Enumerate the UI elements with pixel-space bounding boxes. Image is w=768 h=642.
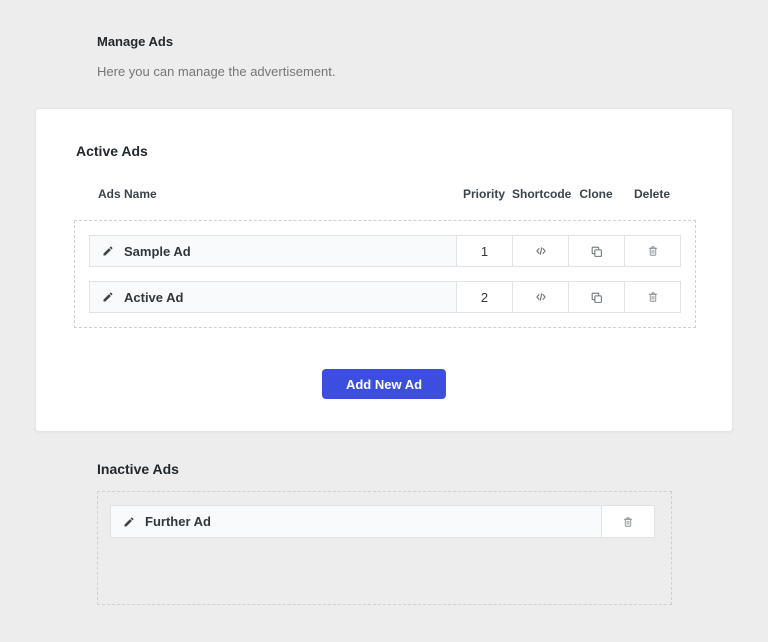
trash-icon: [647, 291, 659, 303]
clone-button[interactable]: [568, 236, 624, 266]
shortcode-button[interactable]: [512, 282, 568, 312]
trash-icon: [622, 516, 634, 528]
active-ads-title: Active Ads: [76, 143, 148, 159]
delete-button[interactable]: [601, 506, 654, 537]
ad-name: Further Ad: [145, 514, 211, 529]
edit-ad-button[interactable]: Further Ad: [111, 506, 601, 537]
priority-value: 1: [481, 244, 488, 259]
pencil-icon: [102, 291, 114, 303]
header-shortcode: Shortcode: [512, 187, 568, 201]
page-intro: Manage Ads Here you can manage the adver…: [97, 34, 335, 79]
trash-icon: [647, 245, 659, 257]
pencil-icon: [102, 245, 114, 257]
pencil-icon: [123, 516, 135, 528]
shortcode-button[interactable]: [512, 236, 568, 266]
ad-row: Further Ad: [110, 505, 655, 538]
priority-cell[interactable]: 2: [456, 282, 512, 312]
copy-icon: [590, 291, 603, 304]
priority-value: 2: [481, 290, 488, 305]
active-ads-card: Active Ads Ads Name Priority Shortcode C…: [35, 108, 733, 432]
add-new-ad-button[interactable]: Add New Ad: [322, 369, 446, 399]
code-icon: [534, 244, 548, 258]
clone-button[interactable]: [568, 282, 624, 312]
ad-row: Sample Ad 1: [89, 235, 681, 267]
delete-button[interactable]: [624, 236, 680, 266]
header-priority: Priority: [456, 187, 512, 201]
manage-ads-page: Manage Ads Here you can manage the adver…: [0, 0, 768, 642]
header-ads-name: Ads Name: [88, 187, 456, 201]
code-icon: [534, 290, 548, 304]
ad-name: Sample Ad: [124, 244, 191, 259]
edit-ad-button[interactable]: Active Ad: [90, 282, 456, 312]
inactive-ads-title: Inactive Ads: [97, 461, 179, 477]
delete-button[interactable]: [624, 282, 680, 312]
ads-table-header: Ads Name Priority Shortcode Clone Delete: [88, 187, 680, 201]
edit-ad-button[interactable]: Sample Ad: [90, 236, 456, 266]
copy-icon: [590, 245, 603, 258]
inactive-ads-list: Further Ad: [97, 491, 672, 605]
ad-name: Active Ad: [124, 290, 183, 305]
active-ads-list: Sample Ad 1: [74, 220, 696, 328]
header-clone: Clone: [568, 187, 624, 201]
priority-cell[interactable]: 1: [456, 236, 512, 266]
page-description: Here you can manage the advertisement.: [97, 64, 335, 79]
header-delete: Delete: [624, 187, 680, 201]
page-title: Manage Ads: [97, 34, 335, 49]
ad-row: Active Ad 2: [89, 281, 681, 313]
